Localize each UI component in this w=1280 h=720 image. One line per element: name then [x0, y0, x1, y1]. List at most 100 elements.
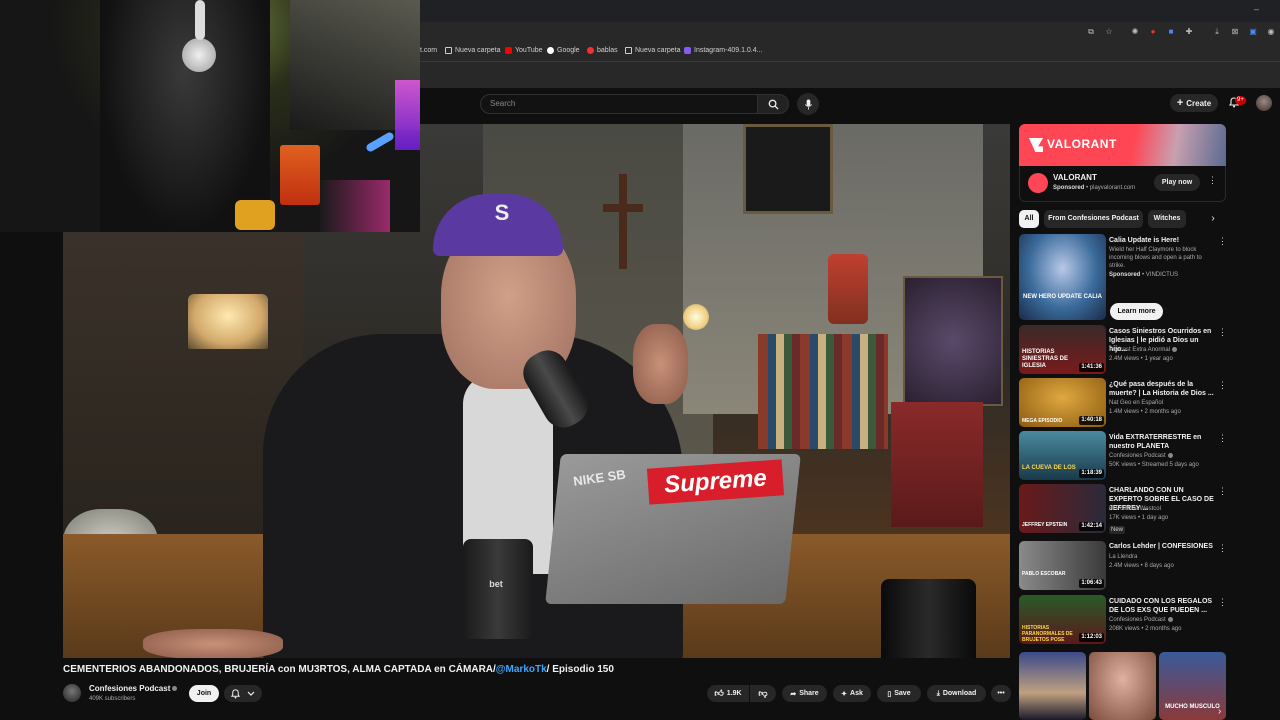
- chevron-right-icon[interactable]: ›: [1218, 706, 1228, 718]
- bookmark-bablas[interactable]: bablas: [587, 47, 618, 54]
- more-vert-icon[interactable]: ⋮: [1218, 378, 1227, 392]
- recommendation-title: CUIDADO CON LOS REGALOS DE LOS EXS QUE P…: [1109, 598, 1213, 614]
- sponsored-recommendation[interactable]: NEW HERO UPDATE CALIA Calia Update is He…: [1019, 234, 1229, 322]
- more-vert-icon[interactable]: ⋮: [1218, 541, 1227, 555]
- red-box: [891, 402, 983, 527]
- lightbulb: [683, 304, 709, 330]
- shorts-thumbnail[interactable]: [1089, 652, 1156, 720]
- channel-name-text: Nat Geo en Español: [1109, 400, 1164, 406]
- bookmark-folder[interactable]: Nueva carpeta: [625, 47, 681, 54]
- downloads-icon[interactable]: ⤓: [1212, 27, 1222, 37]
- extension-icon[interactable]: ✺: [1130, 27, 1140, 37]
- toy: [235, 200, 275, 230]
- recommendation-thumbnail[interactable]: HISTORIAS SINIESTRAS DE IGLESIA 1:41:36: [1019, 325, 1106, 374]
- video-duration: 1:18:39: [1079, 469, 1104, 478]
- chip-from-channel[interactable]: From Confesiones Podcast: [1044, 210, 1143, 228]
- recommendation-meta: 2.4M views • 1 year ago: [1109, 356, 1173, 362]
- search-button[interactable]: [757, 94, 789, 114]
- play-now-button[interactable]: Play now: [1154, 174, 1200, 191]
- voice-search-button[interactable]: [797, 93, 819, 115]
- recommendation-item[interactable]: LA CUEVA DE LOS 1:18:39 Vida EXTRATERRES…: [1019, 431, 1229, 481]
- mention-link[interactable]: @MarkoTk: [496, 664, 547, 675]
- more-vert-icon[interactable]: ⋮: [1218, 431, 1227, 445]
- more-actions-button[interactable]: •••: [991, 685, 1011, 702]
- recommendation-item[interactable]: MEGA EPISODIO 1:40:18 ¿Qué pasa después …: [1019, 378, 1229, 428]
- headphones: [195, 0, 205, 40]
- recommendation-thumbnail[interactable]: LA CUEVA DE LOS 1:18:39: [1019, 431, 1106, 480]
- recommendation-meta: 17K views • 1 day ago: [1109, 515, 1169, 521]
- chip-all[interactable]: All: [1019, 210, 1039, 228]
- cap-logo: S: [494, 200, 510, 225]
- like-button[interactable]: 👍︎ 1.9K: [707, 685, 749, 702]
- profile-icon[interactable]: ◉: [1266, 27, 1276, 37]
- extensions-puzzle-icon[interactable]: ✚: [1184, 27, 1194, 37]
- chip-witches[interactable]: Witches: [1148, 210, 1186, 228]
- ad-info[interactable]: VALORANT Sponsored • playvalorant.com Pl…: [1019, 166, 1226, 202]
- video-title-text: / Episodio 150: [546, 664, 614, 675]
- host-hand: [143, 629, 283, 658]
- bookmark-item[interactable]: t.com: [420, 47, 437, 54]
- bookmark-instagram[interactable]: Instagram-409.1.0.4...: [684, 47, 762, 54]
- recommendation-item[interactable]: HISTORIAS PARANORMALES DE BRUJETOS POSE …: [1019, 595, 1229, 645]
- recommendation-channel[interactable]: Podcast Extra Anormal: [1109, 347, 1178, 353]
- create-label: Create: [1186, 98, 1212, 108]
- share-button[interactable]: ➦ Share: [782, 685, 827, 702]
- shorts-thumbnail[interactable]: MUCHO MUSCULO: [1159, 652, 1226, 720]
- recommendation-item[interactable]: HISTORIAS SINIESTRAS DE IGLESIA 1:41:36 …: [1019, 325, 1229, 375]
- extension-blue-icon[interactable]: ■: [1166, 27, 1176, 37]
- chevron-right-icon[interactable]: ›: [1206, 212, 1220, 226]
- join-button[interactable]: Join: [189, 685, 219, 702]
- bookmark-google[interactable]: Google: [547, 47, 580, 54]
- bookmark-star-icon[interactable]: ☆: [1104, 27, 1114, 37]
- ad-sponsor-line: Sponsored • VINDICTUS: [1109, 272, 1179, 278]
- recommendation-channel[interactable]: La Llendra: [1109, 554, 1137, 560]
- download-button[interactable]: ⤓ Download: [927, 685, 986, 702]
- new-badge: New: [1109, 526, 1126, 534]
- recommendation-channel[interactable]: Confesiones Podcast: [1109, 453, 1173, 459]
- more-vert-icon[interactable]: ⋮: [1208, 175, 1217, 186]
- recommendation-thumbnail[interactable]: MEGA EPISODIO 1:40:18: [1019, 378, 1106, 427]
- recommendation-meta: 1.4M views • 2 months ago: [1109, 409, 1181, 415]
- channel-avatar[interactable]: [63, 684, 81, 702]
- account-avatar[interactable]: [1256, 95, 1272, 111]
- recommendation-thumbnail[interactable]: JEFFREY EPSTEIN 1:42:14: [1019, 484, 1106, 533]
- subscription-notification-button[interactable]: [224, 685, 262, 702]
- more-vert-icon[interactable]: ⋮: [1218, 484, 1227, 498]
- recommendation-channel[interactable]: Nat Geo en Español: [1109, 400, 1163, 406]
- ask-label: Ask: [850, 690, 863, 697]
- more-vert-icon[interactable]: ⋮: [1218, 234, 1227, 248]
- recommendation-thumbnail[interactable]: PABLO ESCOBAR 1:06:43: [1019, 541, 1106, 590]
- snack-box: [280, 145, 320, 205]
- extension-red-icon[interactable]: ●: [1148, 27, 1158, 37]
- recommendation-channel[interactable]: El Point de Westcol: [1109, 506, 1161, 512]
- video-title: CEMENTERIOS ABANDONADOS, BRUJERÍA con MU…: [63, 664, 763, 675]
- recommendation-channel[interactable]: Confesiones Podcast: [1109, 617, 1173, 623]
- chevron-down-icon: [247, 691, 255, 696]
- bell-icon: [230, 689, 241, 699]
- learn-more-button[interactable]: Learn more: [1110, 303, 1163, 320]
- ad-banner[interactable]: VALORANT: [1019, 124, 1226, 166]
- recommendation-item[interactable]: PABLO ESCOBAR 1:06:43 Carlos Lehder | CO…: [1019, 541, 1229, 591]
- dislike-button[interactable]: 👎︎: [750, 685, 776, 702]
- verified-icon: [1172, 347, 1178, 352]
- save-button[interactable]: ▯ Save: [877, 685, 921, 702]
- install-app-icon[interactable]: ⧉: [1086, 27, 1096, 37]
- extension-icon[interactable]: ⊠: [1230, 27, 1240, 37]
- search-input[interactable]: Search: [480, 94, 758, 114]
- more-vert-icon[interactable]: ⋮: [1218, 595, 1227, 609]
- recommendation-thumbnail[interactable]: NEW HERO UPDATE CALIA: [1019, 234, 1106, 320]
- video-duration: 1:42:14: [1079, 522, 1104, 531]
- channel-name[interactable]: Confesiones Podcast: [89, 684, 178, 693]
- extension-icon[interactable]: ▣: [1248, 27, 1258, 37]
- more-horizontal-icon: •••: [997, 690, 1005, 697]
- recommendation-thumbnail[interactable]: HISTORIAS PARANORMALES DE BRUJETOS POSE …: [1019, 595, 1106, 644]
- bookmark-folder[interactable]: Nueva carpeta: [445, 47, 501, 54]
- shorts-thumbnail[interactable]: [1019, 652, 1086, 720]
- create-button[interactable]: + Create: [1170, 94, 1218, 112]
- recommendation-title: Carlos Lehder | CONFESIONES: [1109, 543, 1213, 550]
- bookmark-youtube[interactable]: YouTube: [505, 47, 543, 54]
- ask-button[interactable]: ✦ Ask: [833, 685, 871, 702]
- recommendation-item[interactable]: JEFFREY EPSTEIN 1:42:14 CHARLANDO CON UN…: [1019, 484, 1229, 540]
- more-vert-icon[interactable]: ⋮: [1218, 325, 1227, 339]
- minimize-icon[interactable]: –: [1254, 4, 1259, 14]
